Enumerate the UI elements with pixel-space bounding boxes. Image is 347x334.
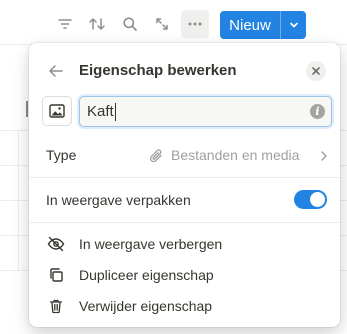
new-dropdown-button[interactable] [281,11,306,39]
trash-icon [46,296,66,316]
search-icon[interactable] [116,10,144,38]
type-value-text: Bestanden en media [171,147,300,163]
paperclip-icon [149,149,162,163]
filter-icon[interactable] [51,10,79,38]
divider [29,222,340,223]
eye-off-icon [46,234,66,254]
new-button[interactable]: Nieuw [220,11,280,39]
duplicate-property-item[interactable]: Dupliceer eigenschap [29,261,340,289]
close-icon [312,67,320,75]
delete-property-label: Verwijder eigenschap [79,298,213,314]
type-row[interactable]: Type Bestanden en media [29,141,340,169]
database-toolbar: Nieuw [0,10,347,40]
property-name-input[interactable]: Kaft i [79,96,332,127]
column-header-glyph [26,101,28,117]
back-arrow-icon[interactable] [46,61,66,81]
text-caret [114,102,116,121]
table-column-divider [18,130,19,270]
chevron-right-icon [321,151,327,161]
hide-in-view-item[interactable]: In weergave verbergen [29,230,340,258]
edit-property-panel: Eigenschap bewerken Kaft i Type Bestande… [29,43,340,327]
duplicate-icon [46,265,66,285]
new-button-group: Nieuw [220,11,306,39]
panel-header: Eigenschap bewerken [29,59,340,83]
more-icon[interactable] [181,10,209,38]
toggle-knob [310,192,325,207]
type-label: Type [46,147,77,163]
sort-icon[interactable] [83,10,111,38]
close-button[interactable] [306,61,326,81]
type-value: Bestanden en media [149,147,329,165]
duplicate-property-label: Dupliceer eigenschap [79,267,214,283]
chevron-down-icon [289,22,298,28]
panel-title: Eigenschap bewerken [79,62,237,79]
property-name-value: Kaft [87,103,114,120]
hide-in-view-label: In weergave verbergen [79,236,223,252]
image-icon [49,104,65,118]
wrap-in-view-row[interactable]: In weergave verpakken [29,187,340,213]
info-icon[interactable]: i [310,104,325,119]
expand-icon[interactable] [148,10,176,38]
property-icon-picker[interactable] [42,96,72,126]
divider [29,177,340,178]
wrap-in-view-label: In weergave verpakken [46,192,191,208]
delete-property-item[interactable]: Verwijder eigenschap [29,292,340,320]
wrap-in-view-toggle[interactable] [294,190,327,209]
